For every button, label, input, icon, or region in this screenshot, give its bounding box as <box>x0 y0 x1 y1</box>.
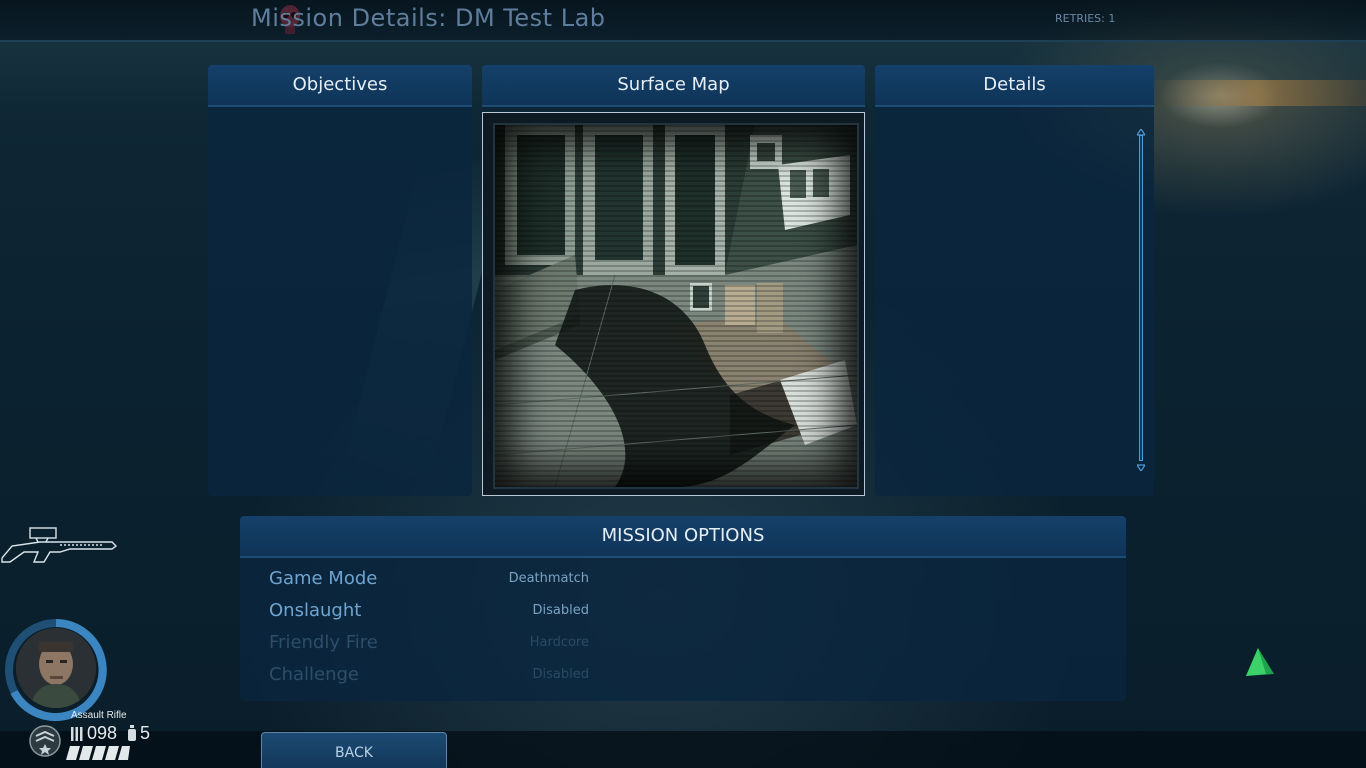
option-value: Hardcore <box>529 635 589 650</box>
surface-map-title: Surface Map <box>482 65 865 107</box>
ammo-icon <box>71 727 83 741</box>
option-label: Friendly Fire <box>269 632 378 653</box>
surface-map-frame <box>482 112 865 496</box>
scrollbar-thumb[interactable] <box>1139 135 1143 461</box>
scroll-down-icon[interactable] <box>1137 463 1145 471</box>
option-row-game-mode[interactable]: Game Mode Deathmatch <box>240 564 1126 594</box>
mission-options-panel: MISSION OPTIONS Game Mode Deathmatch Ons… <box>240 516 1126 701</box>
option-row-onslaught[interactable]: Onslaught Disabled <box>240 596 1126 626</box>
background-light <box>1150 80 1366 106</box>
option-label: Onslaught <box>269 600 362 621</box>
option-label: Challenge <box>269 664 359 685</box>
option-value: Deathmatch <box>508 571 589 586</box>
marine-portrait <box>16 628 96 708</box>
bottom-bar <box>0 731 1366 768</box>
rifle-icon <box>1 527 118 563</box>
rank-icon <box>29 725 61 757</box>
objectives-panel: Objectives <box>208 65 472 496</box>
ammo-count: 098 <box>87 723 118 743</box>
mission-details-screen: Mission Details: DM Test Lab RETRIES: 1 … <box>0 0 1366 768</box>
map-preview-image <box>493 123 859 489</box>
details-title: Details <box>875 65 1154 107</box>
option-row-friendly-fire: Friendly Fire Hardcore <box>240 628 1126 658</box>
objectives-title: Objectives <box>208 65 472 107</box>
details-scrollbar[interactable] <box>1137 129 1145 471</box>
back-button[interactable]: BACK <box>261 732 447 768</box>
waypoint-icon <box>1246 648 1274 676</box>
grenade-icon <box>128 725 136 741</box>
option-value: Disabled <box>532 667 589 682</box>
weapon-name-label: Assault Rifle <box>71 710 127 721</box>
option-label: Game Mode <box>269 568 378 589</box>
details-panel: Details <box>875 65 1154 496</box>
top-bar: Mission Details: DM Test Lab RETRIES: 1 <box>0 0 1366 42</box>
option-value: Disabled <box>532 603 589 618</box>
page-title: Mission Details: DM Test Lab <box>251 4 606 32</box>
mission-options-title: MISSION OPTIONS <box>240 516 1126 558</box>
grenade-count: 5 <box>140 723 151 743</box>
option-row-challenge: Challenge Disabled <box>240 660 1126 690</box>
surface-map-panel: Surface Map <box>482 65 865 496</box>
health-segments-icon <box>66 746 130 760</box>
retries-counter: RETRIES: 1 <box>1055 12 1116 25</box>
